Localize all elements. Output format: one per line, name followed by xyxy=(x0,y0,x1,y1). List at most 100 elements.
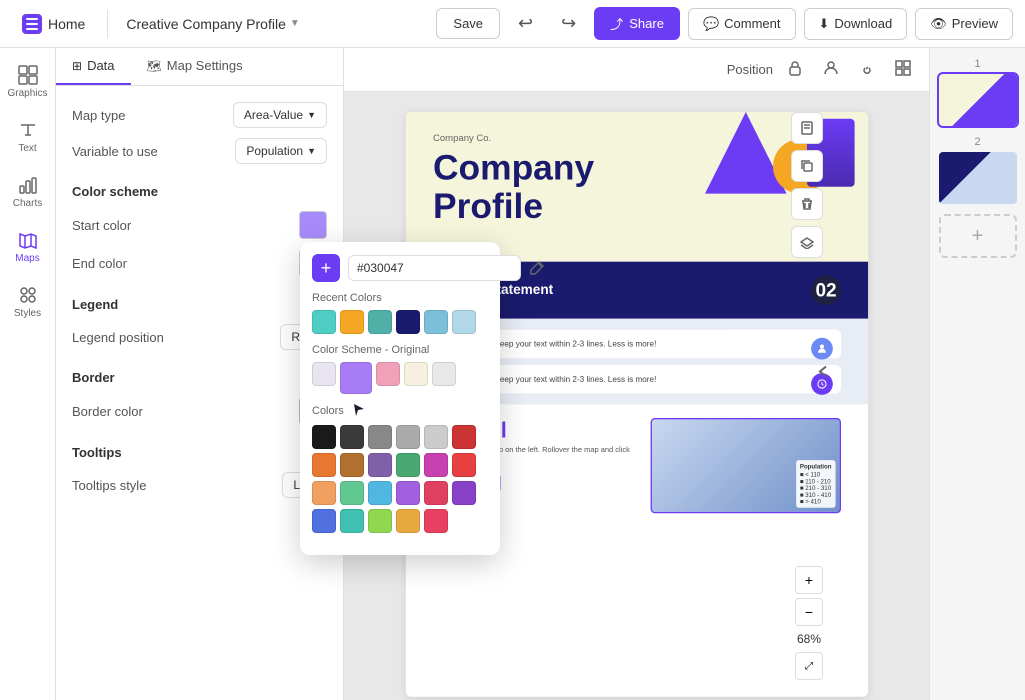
share-button[interactable]: ⤴ Share xyxy=(594,7,680,40)
tool-trash-btn[interactable] xyxy=(791,188,823,220)
doc-title-text: Creative Company Profile xyxy=(126,16,286,32)
map-type-select[interactable]: Area-Value ▼ xyxy=(233,102,327,128)
cp-c-red[interactable] xyxy=(452,425,476,449)
cp-color-blue[interactable] xyxy=(424,310,448,334)
variable-select[interactable]: Population ▼ xyxy=(235,138,327,164)
cp-color-orange[interactable] xyxy=(340,310,364,334)
cp-c-black[interactable] xyxy=(312,425,336,449)
cp-plus-button[interactable]: + xyxy=(312,254,340,282)
card1-avatar xyxy=(811,338,833,360)
end-color-label: End color xyxy=(72,256,127,271)
cp-c-hotpink[interactable] xyxy=(424,509,448,533)
tool-copy-btn[interactable] xyxy=(791,150,823,182)
sidebar-item-styles[interactable]: Styles xyxy=(3,276,53,327)
cp-c-red2[interactable] xyxy=(452,453,476,477)
sidebar-item-charts[interactable]: Charts xyxy=(3,166,53,217)
cp-c-light[interactable] xyxy=(396,425,420,449)
cp-c-mint[interactable] xyxy=(340,481,364,505)
position-label: Position xyxy=(727,62,773,77)
cp-colors-grid xyxy=(312,425,488,533)
grid-button[interactable] xyxy=(889,54,917,85)
map-placeholder[interactable]: Population ■ < 110 ■ 110 - 210 ■ 210 - 3… xyxy=(650,418,840,513)
tab-data-label: Data xyxy=(87,58,114,73)
zoom-expand-button[interactable]: ⤢ xyxy=(795,652,823,680)
cp-c-green[interactable] xyxy=(396,453,420,477)
chevron-down-icon: ▼ xyxy=(307,110,316,120)
map-type-label: Map type xyxy=(72,108,125,123)
tab-map-settings[interactable]: 🗺 Map Settings xyxy=(131,48,259,85)
cp-eyedropper-button[interactable] xyxy=(529,254,545,282)
cp-c-mid[interactable] xyxy=(368,425,392,449)
zoom-in-button[interactable]: + xyxy=(795,566,823,594)
cp-scheme-3[interactable] xyxy=(376,362,400,386)
zoom-out-button[interactable]: − xyxy=(795,598,823,626)
cp-c-cornflower[interactable] xyxy=(312,509,336,533)
sidebar-item-graphics[interactable]: Graphics xyxy=(3,56,53,107)
cp-c-deepviolet[interactable] xyxy=(452,481,476,505)
canvas-right-tools xyxy=(791,112,823,258)
start-color-label: Start color xyxy=(72,218,131,233)
save-button[interactable]: Save xyxy=(436,8,500,39)
sidebar-item-styles-label: Styles xyxy=(14,308,41,319)
cp-color-teal2[interactable] xyxy=(368,310,392,334)
cp-c-brown[interactable] xyxy=(340,453,364,477)
person-button[interactable] xyxy=(817,54,845,85)
map-settings-tab-icon: 🗺 xyxy=(147,59,162,73)
slide-2-thumb[interactable]: 2 xyxy=(939,136,1017,204)
cp-c-gold[interactable] xyxy=(396,509,420,533)
cp-c-orange2[interactable] xyxy=(312,481,336,505)
expand-arrow[interactable] xyxy=(813,362,833,387)
color-picker-popup: + Recent Colors Color Scheme - Original … xyxy=(300,242,500,555)
tooltips-title: Tooltips xyxy=(72,445,327,460)
cp-c-dark[interactable] xyxy=(340,425,364,449)
preview-button[interactable]: 👁 Preview xyxy=(915,8,1013,40)
triangle-shape xyxy=(705,112,787,194)
cp-c-orange[interactable] xyxy=(312,453,336,477)
tool-doc-btn[interactable] xyxy=(791,112,823,144)
start-color-swatch[interactable] xyxy=(299,211,327,239)
start-color-row: Start color xyxy=(72,211,327,239)
border-title: Border xyxy=(72,370,327,385)
cp-c-rose[interactable] xyxy=(424,481,448,505)
cp-scheme-1[interactable] xyxy=(312,362,336,386)
add-slide-button[interactable]: + xyxy=(939,214,1017,258)
sidebar-item-maps-label: Maps xyxy=(15,253,39,264)
zoom-controls: + − 68% ⤢ xyxy=(795,566,823,680)
cp-hex-input[interactable] xyxy=(348,255,521,281)
cp-c-lighter[interactable] xyxy=(424,425,448,449)
cp-color-navy[interactable] xyxy=(396,310,420,334)
slide-1-image[interactable] xyxy=(939,74,1017,126)
lock-button[interactable] xyxy=(781,54,809,85)
redo-button[interactable]: ↪ xyxy=(551,6,586,41)
tool-layers-btn[interactable] xyxy=(791,226,823,258)
cp-c-violet[interactable] xyxy=(396,481,420,505)
cp-c-lime[interactable] xyxy=(368,509,392,533)
cp-scheme-5[interactable] xyxy=(432,362,456,386)
cp-c-purple[interactable] xyxy=(368,453,392,477)
cursor-indicator xyxy=(352,402,366,419)
link-button[interactable] xyxy=(853,54,881,85)
cp-scheme-4[interactable] xyxy=(404,362,428,386)
sidebar-icons: Graphics Text Charts Maps Styles xyxy=(0,48,56,700)
cp-c-sky[interactable] xyxy=(368,481,392,505)
slide-2-preview xyxy=(939,152,1017,204)
cp-color-lightblue[interactable] xyxy=(452,310,476,334)
undo-button[interactable]: ↩ xyxy=(508,6,543,41)
cp-c-pink[interactable] xyxy=(424,453,448,477)
cp-colors-title: Colors xyxy=(312,402,488,419)
cp-scheme-2[interactable] xyxy=(340,362,372,394)
tab-data[interactable]: ⊞ Data xyxy=(56,48,131,85)
cp-c-cyan[interactable] xyxy=(340,509,364,533)
comment-icon: 💬 xyxy=(703,16,719,32)
sidebar-item-text[interactable]: Text xyxy=(3,111,53,162)
download-button[interactable]: ⬇ Download xyxy=(804,8,908,40)
doc-title[interactable]: Creative Company Profile ▼ xyxy=(120,12,305,36)
home-button[interactable]: Home xyxy=(12,8,95,40)
slide-1-thumb[interactable]: 1 xyxy=(939,58,1017,126)
canvas-toolbar: Position xyxy=(344,48,929,92)
sidebar-item-maps[interactable]: Maps xyxy=(3,221,53,272)
color-scheme-title: Color scheme xyxy=(72,184,327,199)
slide-2-image[interactable] xyxy=(939,152,1017,204)
cp-color-teal[interactable] xyxy=(312,310,336,334)
comment-button[interactable]: 💬 Comment xyxy=(688,8,796,40)
